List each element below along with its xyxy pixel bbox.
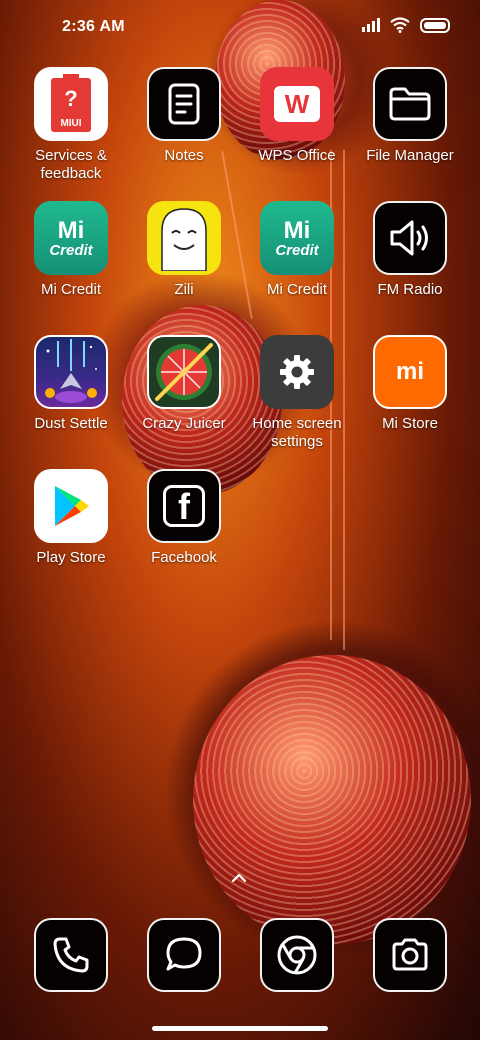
app-label: Dust Settle [34, 415, 108, 432]
camera-icon[interactable] [373, 918, 447, 992]
app-label: Notes [164, 147, 204, 164]
credit-mark: Credit [275, 241, 319, 259]
app-mi-credit-2[interactable]: Mi Credit Mi Credit [241, 201, 353, 299]
mi-mark: Mi [283, 216, 311, 244]
facebook-mark: f [178, 486, 190, 527]
app-services-feedback[interactable]: ? MIUI Services & feedback [15, 67, 127, 183]
facebook-icon: f [147, 469, 221, 543]
app-crazy-juicer[interactable]: Crazy Juicer [128, 335, 240, 433]
lamp-globe [193, 655, 471, 945]
status-bar: 2:36 AM [0, 0, 480, 56]
app-label: Home screen settings [252, 415, 342, 450]
app-dust-settle[interactable]: Dust Settle [15, 335, 127, 433]
dust-settle-icon [34, 335, 108, 409]
mi-mark: Mi [57, 216, 85, 244]
dock [0, 918, 480, 994]
folder-icon [373, 67, 447, 141]
app-label: Services & feedback [35, 147, 107, 182]
play-store-icon [34, 469, 108, 543]
mi-credit-icon: Mi Credit [34, 201, 108, 275]
mi-store-mark: mi [395, 358, 424, 385]
app-label: Mi Store [382, 415, 438, 432]
notes-icon [147, 67, 221, 141]
phone-icon[interactable] [34, 918, 108, 992]
app-label: File Manager [366, 147, 454, 164]
mi-store-icon: mi [373, 335, 447, 409]
app-zili[interactable]: Zili [128, 201, 240, 299]
app-label: Mi Credit [266, 281, 327, 298]
mi-credit-icon: Mi Credit [260, 201, 334, 275]
app-label: Mi Credit [40, 281, 101, 298]
app-label: Facebook [151, 549, 217, 566]
app-wps-office[interactable]: W WPS Office [241, 67, 353, 165]
app-label: FM Radio [377, 281, 443, 298]
speaker-icon [373, 201, 447, 275]
status-time: 2:36 AM [62, 18, 125, 35]
app-fm-radio[interactable]: FM Radio [354, 201, 466, 299]
services-feedback-icon: ? MIUI [34, 67, 108, 141]
svg-text:?: ? [64, 86, 77, 111]
app-label: Zili [174, 281, 194, 298]
wifi-icon [390, 17, 410, 33]
app-file-manager[interactable]: File Manager [354, 67, 466, 165]
app-mi-store[interactable]: mi Mi Store [354, 335, 466, 433]
gear-icon [260, 335, 334, 409]
app-mi-credit[interactable]: Mi Credit Mi Credit [15, 201, 127, 299]
app-play-store[interactable]: Play Store [15, 469, 127, 567]
chevron-up-icon[interactable] [231, 870, 247, 886]
browser-icon[interactable] [260, 918, 334, 992]
app-notes[interactable]: Notes [128, 67, 240, 165]
wps-office-icon: W [260, 67, 334, 141]
status-icons [362, 17, 450, 33]
signal-icon [362, 18, 380, 32]
app-label: Crazy Juicer [142, 415, 226, 432]
home-indicator[interactable] [152, 1026, 328, 1031]
message-icon[interactable] [147, 918, 221, 992]
app-label: Play Store [36, 549, 106, 566]
miui-badge: MIUI [60, 118, 81, 129]
wps-mark: W [284, 88, 310, 119]
app-label: WPS Office [258, 147, 336, 164]
battery-icon [420, 17, 450, 33]
app-facebook[interactable]: f Facebook [128, 469, 240, 567]
crazy-juicer-icon [147, 335, 221, 409]
credit-mark: Credit [49, 241, 93, 259]
zili-icon [147, 201, 221, 275]
app-home-screen-settings[interactable]: Home screen settings [241, 335, 353, 451]
